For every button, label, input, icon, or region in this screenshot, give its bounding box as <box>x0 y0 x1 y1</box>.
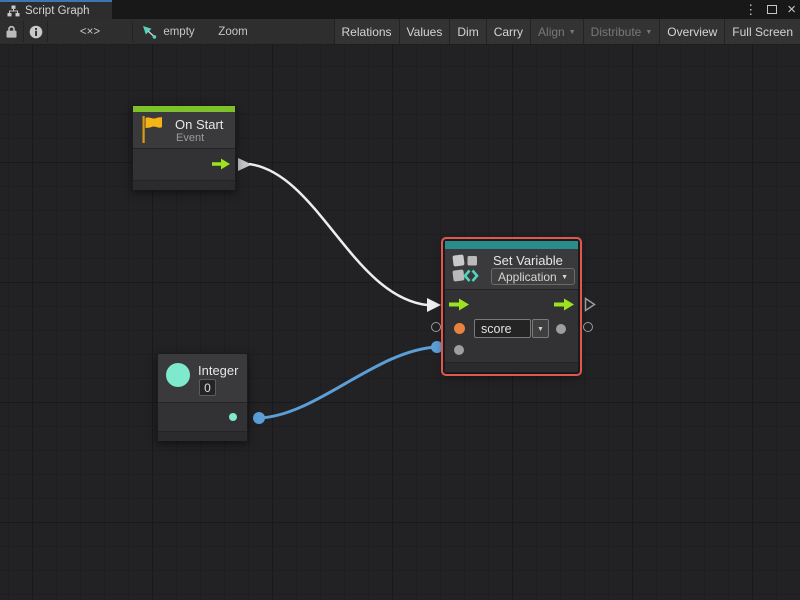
on-start-footer <box>133 180 235 190</box>
toolbar-button-group: Relations Values Dim Carry Align ▼ Distr… <box>334 19 800 44</box>
flow-output-port[interactable] <box>212 158 230 170</box>
set-variable-footer <box>445 362 578 372</box>
value-wire[interactable] <box>259 347 437 418</box>
angle-multiply-icon: <×> <box>80 26 100 38</box>
variable-name-dropdown-button[interactable]: ▼ <box>532 319 549 338</box>
toolbar-divider <box>132 21 133 42</box>
button-label: Relations <box>342 25 392 39</box>
flow-output-port[interactable] <box>554 298 574 311</box>
on-start-header: On Start Event <box>133 112 235 148</box>
connection-wires <box>0 45 800 600</box>
flow-wire[interactable] <box>249 164 427 305</box>
value-wire-end-dot[interactable] <box>431 341 443 353</box>
maximize-icon[interactable] <box>767 5 777 14</box>
tab-label: Script Graph <box>25 5 90 17</box>
set-variable-body: score ▼ <box>445 289 578 362</box>
flow-output-marker[interactable] <box>238 158 252 171</box>
info-button[interactable] <box>24 19 47 44</box>
flow-input-port[interactable] <box>449 298 469 311</box>
graph-pointer-icon <box>141 24 157 40</box>
variables-icon <box>452 253 479 284</box>
integer-node[interactable]: Integer 0 <box>157 353 248 441</box>
zoom-label: Zoom <box>218 26 247 38</box>
dim-button[interactable]: Dim <box>449 19 485 44</box>
integer-value: 0 <box>204 381 211 395</box>
window-controls: ⋮ × <box>744 0 796 19</box>
variable-scope-dropdown[interactable]: Application ▼ <box>491 268 575 285</box>
value-input-port[interactable] <box>454 345 464 355</box>
on-start-node[interactable]: On Start Event <box>132 105 236 190</box>
graph-pointer-indicator: empty <box>138 19 198 44</box>
value-output-marker[interactable] <box>583 322 593 332</box>
align-button[interactable]: Align ▼ <box>530 19 583 44</box>
info-icon <box>29 25 43 39</box>
value-output-port[interactable] <box>556 324 566 334</box>
button-label: Values <box>407 25 443 39</box>
node-title: On Start <box>175 117 223 132</box>
flag-icon <box>141 115 164 144</box>
integer-value-field[interactable]: 0 <box>199 379 216 396</box>
graph-hierarchy-icon <box>7 5 20 17</box>
flow-continuation-marker[interactable] <box>584 297 596 312</box>
button-label: Dim <box>457 25 478 39</box>
on-start-body <box>133 148 235 180</box>
tab-script-graph[interactable]: Script Graph <box>0 0 112 19</box>
integer-footer <box>158 431 247 441</box>
chevron-down-icon: ▼ <box>561 273 568 281</box>
graph-toolbar: <×> empty Zoom 1x Relations <box>0 19 800 45</box>
variable-name-field[interactable]: score <box>474 319 531 338</box>
overview-button[interactable]: Overview <box>659 19 724 44</box>
integer-body <box>158 402 247 431</box>
scope-value: Application <box>498 270 557 284</box>
chevron-down-icon: ▼ <box>645 28 652 36</box>
graph-canvas[interactable]: On Start Event <box>0 45 800 600</box>
zoom-reset-button[interactable]: <×> <box>48 19 132 44</box>
button-label: Align <box>538 25 565 39</box>
button-label: Distribute <box>591 25 642 39</box>
button-label: Carry <box>494 25 523 39</box>
button-label: Full Screen <box>732 25 793 39</box>
graph-status-label: empty <box>163 26 194 38</box>
chevron-down-icon: ▼ <box>537 325 544 333</box>
button-label: Overview <box>667 25 717 39</box>
values-button[interactable]: Values <box>399 19 450 44</box>
node-title: Set Variable <box>493 253 563 268</box>
variable-stripe <box>445 241 578 249</box>
integer-output-port[interactable] <box>229 413 237 421</box>
window-menu-icon[interactable]: ⋮ <box>744 0 757 19</box>
lock-icon <box>6 25 17 38</box>
title-bar: Script Graph ⋮ × <box>0 0 800 19</box>
integer-icon <box>166 363 190 387</box>
variable-name-input-marker[interactable] <box>431 322 441 332</box>
value-wire-start-dot[interactable] <box>253 412 265 424</box>
fullscreen-button[interactable]: Full Screen <box>724 19 800 44</box>
set-variable-node[interactable]: Set Variable Application ▼ <box>444 240 579 373</box>
chevron-down-icon: ▼ <box>569 28 576 36</box>
variable-name-port[interactable] <box>454 323 465 334</box>
flow-wire-arrowhead <box>427 298 441 312</box>
script-graph-window: Script Graph ⋮ × <box>0 0 800 600</box>
relations-button[interactable]: Relations <box>334 19 399 44</box>
variable-name-value: score <box>481 322 512 336</box>
close-icon[interactable]: × <box>787 0 796 19</box>
zoom-label-cell: Zoom <box>216 19 250 44</box>
distribute-button[interactable]: Distribute ▼ <box>583 19 660 44</box>
carry-button[interactable]: Carry <box>486 19 530 44</box>
node-title: Integer <box>198 363 238 378</box>
integer-header: Integer 0 <box>158 354 247 402</box>
lock-button[interactable] <box>0 19 23 44</box>
set-variable-header: Set Variable Application ▼ <box>445 249 578 289</box>
node-subtitle: Event <box>176 132 204 144</box>
